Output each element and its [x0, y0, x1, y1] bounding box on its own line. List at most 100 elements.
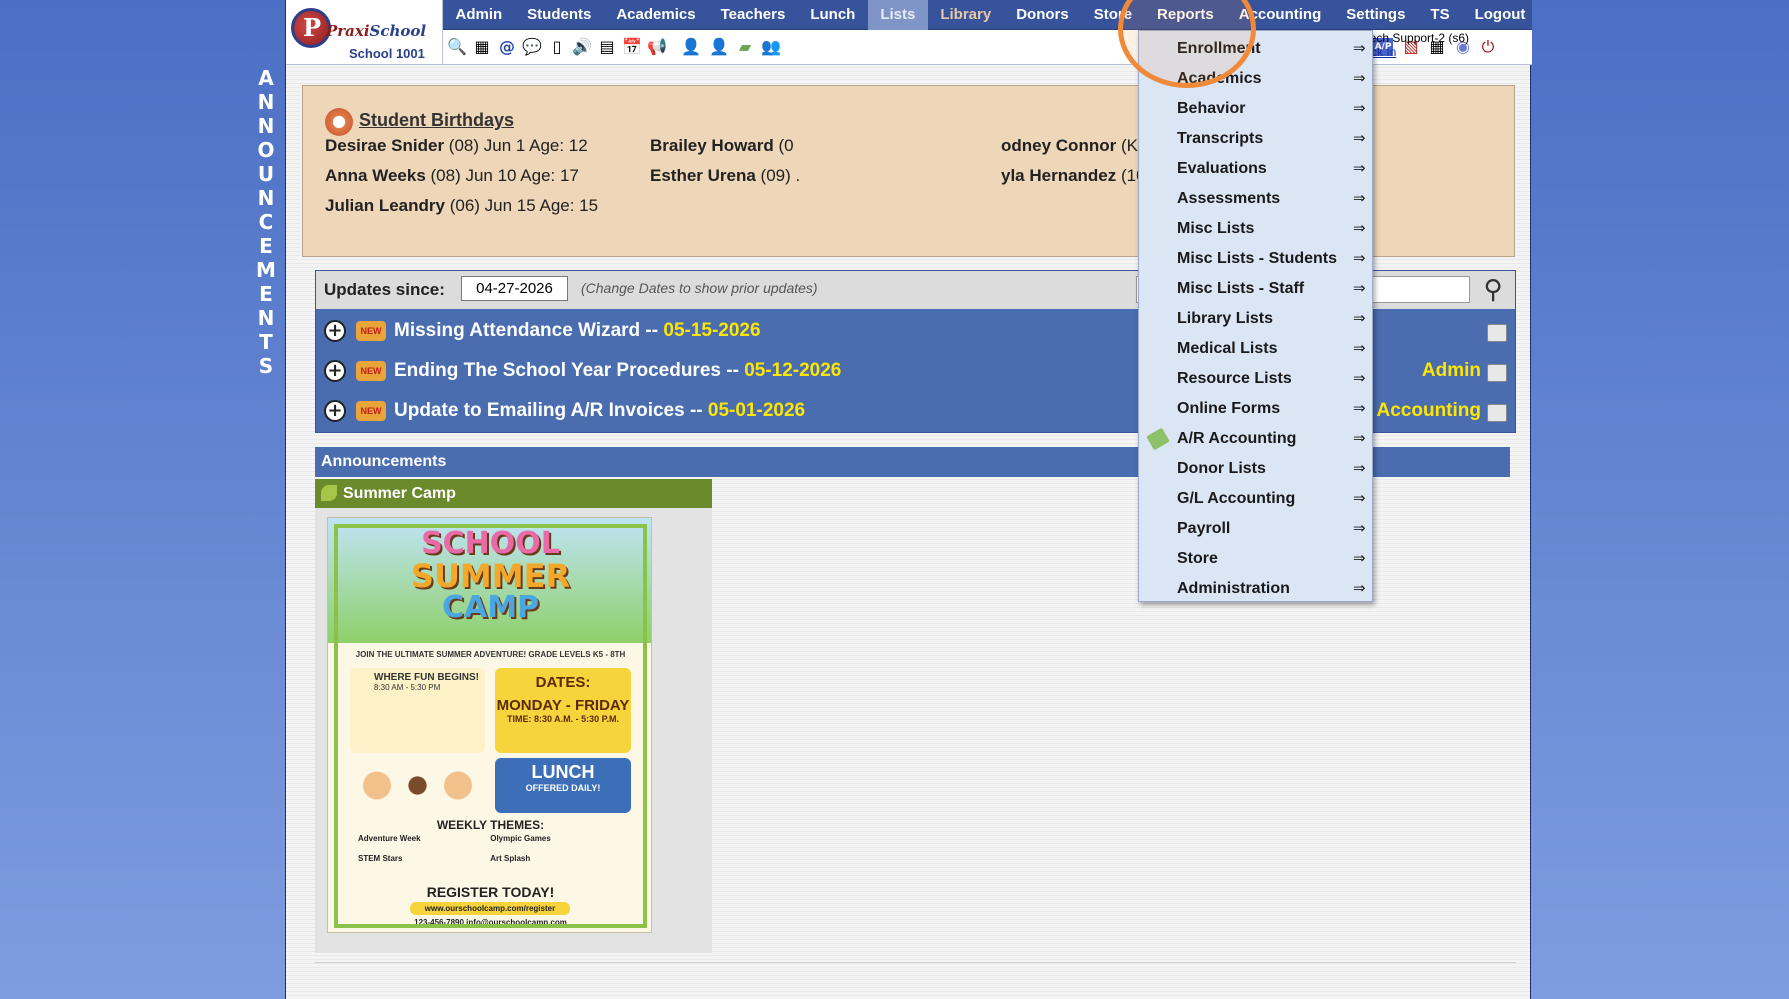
birthday-entry: Esther Urena (09) . [650, 166, 800, 186]
nav-academics[interactable]: Academics [604, 0, 708, 30]
table-icon[interactable]: ▦ [472, 37, 492, 57]
school-logo[interactable]: PraxiSchool School 1001 [286, 0, 443, 65]
lists-menu-item-evaluations[interactable]: Evaluations ⇒ [1139, 154, 1372, 184]
lists-menu-item-resource-lists[interactable]: Resource Lists ⇒ [1139, 364, 1372, 394]
vertical-letter: N [257, 186, 275, 210]
search-icon[interactable]: ⚲ [1476, 273, 1510, 307]
lists-menu-item-misc-lists-staff[interactable]: Misc Lists - Staff ⇒ [1139, 274, 1372, 304]
submenu-arrow-icon: ⇒ [1353, 69, 1366, 87]
update-title[interactable]: Missing Attendance Wizard -- 05-15-2026 [394, 320, 761, 342]
update-title-text: Missing Attendance Wizard -- [394, 320, 664, 341]
phone-icon[interactable]: ▯ [547, 37, 567, 57]
nav-lunch[interactable]: Lunch [798, 0, 868, 30]
lists-menu-item-transcripts[interactable]: Transcripts ⇒ [1139, 124, 1372, 154]
birthdays-title[interactable]: Student Birthdays [359, 110, 514, 131]
vertical-letter: E [259, 234, 273, 258]
lists-menu-item-enrollment[interactable]: Enrollment ⇒ [1139, 34, 1372, 64]
lists-menu-item-administration[interactable]: Administration ⇒ [1139, 574, 1372, 604]
nav-donors[interactable]: Donors [1004, 0, 1082, 30]
calendar-icon[interactable]: 📅 [622, 37, 642, 57]
submenu-arrow-icon: ⇒ [1353, 129, 1366, 147]
email-icon[interactable]: @ [497, 37, 517, 57]
update-title[interactable]: Update to Emailing A/R Invoices -- 05-01… [394, 400, 805, 422]
nav-reports[interactable]: Reports [1145, 0, 1227, 30]
lists-menu-item-behavior[interactable]: Behavior ⇒ [1139, 94, 1372, 124]
nav-students[interactable]: Students [515, 0, 604, 30]
expand-plus-icon[interactable]: + [324, 360, 346, 382]
left-margin [0, 0, 285, 999]
lists-menu-item-library-lists[interactable]: Library Lists ⇒ [1139, 304, 1372, 334]
people-icon[interactable]: 👥 [761, 37, 781, 57]
lists-menu-item-medical-lists[interactable]: Medical Lists ⇒ [1139, 334, 1372, 364]
menu-item-label: Medical Lists [1177, 340, 1278, 357]
expand-plus-icon[interactable]: + [324, 320, 346, 342]
nav-logout[interactable]: Logout [1462, 0, 1538, 30]
money-icon[interactable]: ▰ [735, 37, 755, 57]
nav-teachers[interactable]: Teachers [708, 0, 798, 30]
nav-admin[interactable]: Admin [443, 0, 515, 30]
birthday-student-name[interactable]: Esther Urena [650, 166, 756, 185]
update-tags[interactable]: Admin [1422, 360, 1481, 382]
main-navigation: Admin Students Academics Teachers Lunch Lists… [443, 0, 1532, 30]
teacher-icon[interactable]: 👤 [709, 37, 729, 57]
menu-item-label: Transcripts [1177, 130, 1264, 147]
vertical-letter: O [257, 138, 275, 162]
birthday-student-name[interactable]: Desirae Snider [325, 136, 444, 155]
lists-menu-item-misc-lists[interactable]: Misc Lists ⇒ [1139, 214, 1372, 244]
vertical-letter: N [257, 90, 275, 114]
lists-menu-item-assessments[interactable]: Assessments ⇒ [1139, 184, 1372, 214]
vertical-letter: A [258, 66, 274, 90]
menu-item-label: G/L Accounting [1177, 490, 1296, 507]
megaphone-icon[interactable]: 📢 [647, 37, 667, 57]
menu-item-label: Resource Lists [1177, 370, 1292, 387]
birthday-detail: (06) Jun 15 Age: 15 [444, 196, 599, 215]
birthday-student-name[interactable]: odney Connor [1001, 136, 1116, 155]
submenu-arrow-icon: ⇒ [1353, 489, 1366, 507]
updates-date-input[interactable]: 04-27-2026 [461, 276, 568, 301]
lists-menu-item-a-r-accounting[interactable]: A/R Accounting ⇒ [1139, 424, 1372, 454]
print-icon[interactable] [1487, 404, 1507, 422]
document-icon[interactable]: ▤ [597, 37, 617, 57]
nav-library[interactable]: Library [928, 0, 1004, 30]
announcements-vertical-label: ANNOUNCEMENTS [255, 66, 277, 378]
nav-ts[interactable]: TS [1418, 0, 1462, 30]
lists-menu-item-store[interactable]: Store ⇒ [1139, 544, 1372, 574]
lists-menu-item-academics[interactable]: Academics ⇒ [1139, 64, 1372, 94]
menu-item-label: Misc Lists - Staff [1177, 280, 1305, 297]
birthday-detail: (09) . [755, 166, 801, 185]
chat-icon[interactable]: 💬 [522, 37, 542, 57]
nav-store[interactable]: Store [1081, 0, 1144, 30]
print-icon[interactable] [1487, 364, 1507, 382]
update-date: 05-15-2026 [663, 320, 761, 341]
menu-item-label: Behavior [1177, 100, 1246, 117]
menu-item-label: Store [1177, 550, 1218, 567]
menu-item-label: Evaluations [1177, 160, 1267, 177]
submenu-arrow-icon: ⇒ [1353, 279, 1366, 297]
lists-menu-item-g-l-accounting[interactable]: G/L Accounting ⇒ [1139, 484, 1372, 514]
birthday-student-name[interactable]: yla Hernandez [1001, 166, 1116, 185]
update-date: 05-12-2026 [744, 360, 842, 381]
birthday-student-name[interactable]: Brailey Howard [650, 136, 774, 155]
update-date: 05-01-2026 [707, 400, 806, 421]
birthday-student-name[interactable]: Anna Weeks [325, 166, 426, 185]
power-icon[interactable]: ⏻ [1478, 37, 1498, 57]
search-icon[interactable]: 🔍 [447, 37, 467, 57]
lists-menu-item-donor-lists[interactable]: Donor Lists ⇒ [1139, 454, 1372, 484]
nav-lists[interactable]: Lists [867, 0, 928, 30]
logo-wordmark: PraxiSchool [326, 22, 427, 40]
birthday-student-name[interactable]: Julian Leandry [325, 196, 445, 215]
print-icon[interactable] [1487, 324, 1507, 342]
lists-menu-item-misc-lists-students[interactable]: Misc Lists - Students ⇒ [1139, 244, 1372, 274]
speaker-icon[interactable]: 🔊 [572, 37, 592, 57]
summer-camp-title[interactable]: Summer Camp [315, 479, 712, 508]
lists-menu-item-payroll[interactable]: Payroll ⇒ [1139, 514, 1372, 544]
nav-settings[interactable]: Settings [1334, 0, 1418, 30]
expand-plus-icon[interactable]: + [324, 400, 346, 422]
lists-menu-item-online-forms[interactable]: Online Forms ⇒ [1139, 394, 1372, 424]
student-icon[interactable]: 👤 [681, 37, 701, 57]
update-title[interactable]: Ending The School Year Procedures -- 05-… [394, 360, 841, 382]
menu-item-label: Administration [1177, 580, 1290, 597]
submenu-arrow-icon: ⇒ [1353, 429, 1366, 447]
nav-accounting[interactable]: Accounting [1226, 0, 1334, 30]
summer-camp-flyer[interactable]: SCHOOL SUMMER CAMP JOIN THE ULTIMATE SUM… [327, 517, 652, 933]
